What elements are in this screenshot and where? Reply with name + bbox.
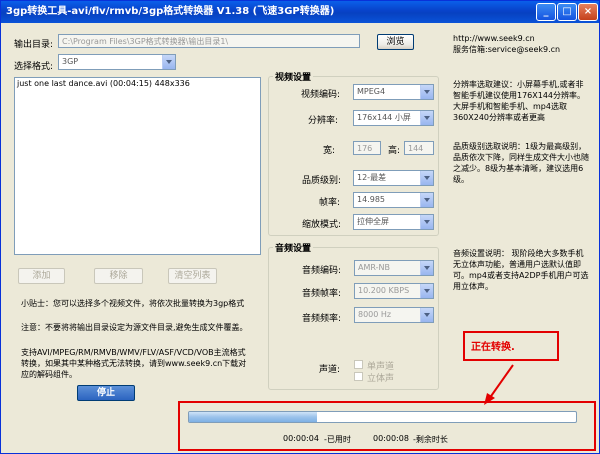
chevron-down-icon xyxy=(420,284,433,298)
maximize-button[interactable]: □ xyxy=(557,3,577,21)
progress-bar xyxy=(188,411,577,423)
chevron-down-icon xyxy=(420,193,433,207)
mono-checkbox[interactable] xyxy=(354,360,363,369)
converting-status-label: 正在转换. xyxy=(471,342,515,353)
elapsed-time: 00:00:04 xyxy=(283,434,319,443)
chevron-down-icon xyxy=(420,215,433,229)
close-button[interactable]: × xyxy=(578,3,598,21)
format-label: 选择格式: xyxy=(14,62,54,72)
clear-list-button[interactable]: 清空列表 xyxy=(168,268,217,284)
stereo-label: 立体声 xyxy=(367,374,395,384)
audio-codec-value: AMR-NB xyxy=(358,263,390,272)
audio-codec-select[interactable]: AMR-NB xyxy=(354,260,434,276)
audio-settings-title: 音频设置 xyxy=(273,241,314,254)
scale-mode-label: 缩放模式: xyxy=(302,220,342,230)
video-codec-select[interactable]: MPEG4 xyxy=(353,84,434,100)
resolution-select[interactable]: 176x144 小屏 xyxy=(353,110,434,126)
height-field[interactable]: 144 xyxy=(404,141,434,155)
tip-supported-formats: 支持AVI/MPEG/RM/RMVB/WMV/FLV/ASF/VCD/VOB主流… xyxy=(21,348,247,379)
elapsed-label: -已用时 xyxy=(324,435,351,444)
website-url[interactable]: http://www.seek9.cn xyxy=(453,34,535,43)
output-dir-field[interactable]: C:\Program Files\3GP格式转换器\输出目录1\ xyxy=(58,34,360,48)
stop-button[interactable]: 停止 xyxy=(77,385,135,401)
chevron-down-icon xyxy=(420,171,433,185)
fps-value: 14.985 xyxy=(357,195,385,204)
video-codec-value: MPEG4 xyxy=(357,87,386,96)
chevron-down-icon xyxy=(420,85,433,99)
list-item[interactable]: just one last dance.avi (00:04:15) 448x3… xyxy=(15,78,260,90)
remaining-label: -剩余时长 xyxy=(413,435,448,444)
resolution-label: 分辨率: xyxy=(308,116,339,126)
audio-note: 音频设置说明： 现阶段绝大多数手机无立体声功能，普通用户选默认值即可。mp4或者… xyxy=(453,249,589,291)
audio-freq-label: 音频频率: xyxy=(302,314,342,324)
service-email: 服务信箱:service@seek9.cn xyxy=(453,45,561,54)
output-dir-label: 输出目录: xyxy=(14,40,54,50)
add-button[interactable]: 添加 xyxy=(18,268,65,284)
quality-label: 品质级别: xyxy=(302,176,342,186)
window-title: 3gp转换工具-avi/flv/rmvb/3gp格式转换器 V1.38 (飞速3… xyxy=(6,6,335,17)
chevron-down-icon xyxy=(420,308,433,322)
video-settings-group: 视频设置 xyxy=(268,70,439,236)
stereo-checkbox[interactable] xyxy=(354,372,363,381)
tip-output-warning: 注意：不要将将输出目录设定为源文件目录,避免生成文件覆盖。 xyxy=(21,323,248,332)
chevron-down-icon xyxy=(420,261,433,275)
format-select[interactable]: 3GP xyxy=(58,54,176,70)
fps-select[interactable]: 14.985 xyxy=(353,192,434,208)
audio-codec-label: 音频编码: xyxy=(302,266,342,276)
minimize-button[interactable]: _ xyxy=(536,3,556,21)
progress-callout-box xyxy=(178,401,596,451)
height-label: 高: xyxy=(388,146,401,156)
audio-rate-label: 音频帧率: xyxy=(302,289,342,299)
app-window: 3gp转换工具-avi/flv/rmvb/3gp格式转换器 V1.38 (飞速3… xyxy=(0,0,600,454)
channel-label: 声道: xyxy=(319,365,341,375)
quality-note: 品质级别选取说明：1级为最高级别，品质依次下降，同样生成文件大小也随之减少。8级… xyxy=(453,142,589,184)
tip-batch: 小贴士：您可以选择多个视频文件，将依次批量转换为3gp格式 xyxy=(21,299,245,308)
video-codec-label: 视频编码: xyxy=(301,90,341,100)
resolution-note: 分辨率选取建议：小屏幕手机,或者非智能手机建议使用176X144分辨率。大屏手机… xyxy=(453,80,586,122)
remaining-time: 00:00:08 xyxy=(373,434,409,443)
quality-select[interactable]: 12-最差 xyxy=(353,170,434,186)
chevron-down-icon xyxy=(420,111,433,125)
audio-freq-value: 8000 Hz xyxy=(358,310,392,319)
video-settings-title: 视频设置 xyxy=(273,70,314,83)
file-list[interactable]: just one last dance.avi (00:04:15) 448x3… xyxy=(14,77,261,255)
progress-fill xyxy=(189,412,317,422)
scale-mode-select[interactable]: 拉伸全屏 xyxy=(353,214,434,230)
audio-freq-select[interactable]: 8000 Hz xyxy=(354,307,434,323)
format-value: 3GP xyxy=(62,57,79,66)
width-label: 宽: xyxy=(323,146,336,156)
fps-label: 帧率: xyxy=(319,198,341,208)
chevron-down-icon xyxy=(162,55,175,69)
title-bar: 3gp转换工具-avi/flv/rmvb/3gp格式转换器 V1.38 (飞速3… xyxy=(1,1,599,23)
remove-button[interactable]: 移除 xyxy=(94,268,143,284)
scale-mode-value: 拉伸全屏 xyxy=(357,217,389,226)
quality-value: 12-最差 xyxy=(357,173,387,182)
resolution-value: 176x144 小屏 xyxy=(357,113,411,122)
audio-rate-select[interactable]: 10.200 KBPS xyxy=(354,283,434,299)
browse-button[interactable]: 浏览 xyxy=(377,34,414,50)
width-field[interactable]: 176 xyxy=(353,141,381,155)
audio-rate-value: 10.200 KBPS xyxy=(358,286,410,295)
